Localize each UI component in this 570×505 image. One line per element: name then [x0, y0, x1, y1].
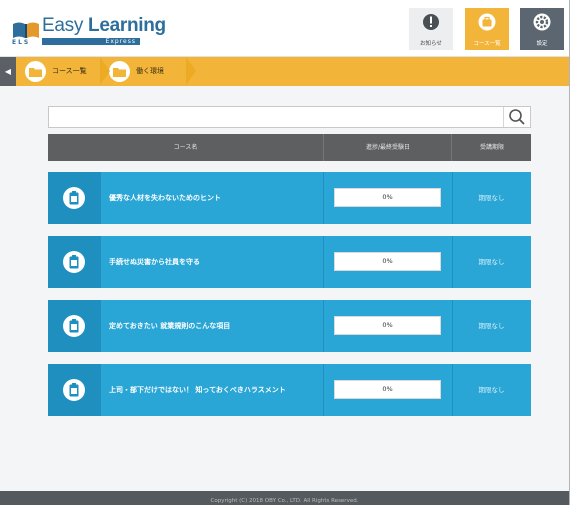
footer: Copyright (C) 2018 OBY Co., LTD. All Rig…	[0, 491, 569, 505]
row-icon-cell	[48, 364, 101, 416]
app-window: Easy Learning ELS Express お知らせ コース一覧 設定 …	[0, 0, 570, 505]
clipboard-icon	[63, 315, 85, 337]
folder-icon	[25, 61, 46, 82]
logo-text: Easy Learning	[42, 15, 166, 36]
settings-label: 設定	[536, 41, 548, 47]
progress-cell: 0%	[323, 236, 453, 288]
clipboard-icon	[63, 187, 85, 209]
course-title: 定めておきたい 就業規則のこんな項目	[109, 322, 231, 330]
breadcrumb-separator	[186, 57, 196, 85]
progress-cell: 0%	[323, 300, 453, 352]
breadcrumb-item-course-list[interactable]: コース一覧	[16, 57, 110, 86]
breadcrumb-label: コース一覧	[52, 67, 87, 75]
logo[interactable]: Easy Learning ELS Express	[12, 13, 166, 47]
table-header: コース名 進捗/最終受験日 受講期限	[48, 134, 531, 161]
search-button[interactable]	[503, 107, 530, 127]
breadcrumb: ◀ コース一覧 働く環境	[0, 57, 569, 86]
header: Easy Learning ELS Express お知らせ コース一覧 設定	[0, 0, 569, 57]
clipboard-icon	[63, 251, 85, 273]
briefcase-icon	[478, 13, 496, 31]
column-header-progress: 進捗/最終受験日	[323, 134, 452, 161]
folder-icon	[109, 61, 130, 82]
course-title: 優秀な人材を失わないためのヒント	[109, 194, 221, 202]
logo-tagline: Express	[42, 38, 140, 45]
book-icon	[13, 22, 39, 38]
back-button[interactable]: ◀	[0, 57, 16, 86]
search-box	[48, 106, 531, 128]
progress-bar: 0%	[334, 252, 441, 271]
course-row[interactable]: 手続せぬ災害から社員を守る 0% 期限なし	[48, 236, 531, 288]
course-row[interactable]: 優秀な人材を失わないためのヒント 0% 期限なし	[48, 172, 531, 224]
gear-icon	[533, 13, 551, 31]
breadcrumb-item-work-environment[interactable]: 働く環境	[100, 57, 196, 86]
progress-cell: 0%	[323, 364, 453, 416]
course-row[interactable]: 上司・部下だけではない！ 知っておくべきハラスメント 0% 期限なし	[48, 364, 531, 416]
logo-sub: ELS	[12, 39, 31, 46]
course-title: 上司・部下だけではない！ 知っておくべきハラスメント	[109, 386, 286, 394]
progress-bar: 0%	[334, 316, 441, 335]
period-value: 期限なし	[478, 258, 505, 266]
breadcrumb-separator	[100, 57, 110, 85]
row-icon-cell	[48, 300, 101, 352]
notice-label: お知らせ	[420, 41, 442, 47]
period-value: 期限なし	[478, 386, 505, 394]
search-icon	[509, 109, 525, 125]
breadcrumb-label: 働く環境	[136, 67, 164, 75]
progress-bar: 0%	[334, 380, 441, 399]
search-input[interactable]	[49, 107, 504, 127]
period-value: 期限なし	[478, 322, 505, 330]
row-icon-cell	[48, 236, 101, 288]
course-list-label: コース一覧	[473, 41, 501, 47]
row-icon-cell	[48, 172, 101, 224]
column-header-period: 受講期限	[451, 134, 532, 161]
notice-button[interactable]: お知らせ	[409, 8, 453, 50]
course-row[interactable]: 定めておきたい 就業規則のこんな項目 0% 期限なし	[48, 300, 531, 352]
settings-button[interactable]: 設定	[520, 8, 564, 50]
exclamation-icon	[423, 14, 439, 30]
course-title: 手続せぬ災害から社員を守る	[109, 258, 200, 266]
period-value: 期限なし	[478, 194, 505, 202]
column-header-name: コース名	[173, 144, 198, 151]
clipboard-icon	[63, 379, 85, 401]
progress-bar: 0%	[334, 188, 441, 207]
progress-cell: 0%	[323, 172, 453, 224]
course-list-button[interactable]: コース一覧	[465, 8, 509, 50]
